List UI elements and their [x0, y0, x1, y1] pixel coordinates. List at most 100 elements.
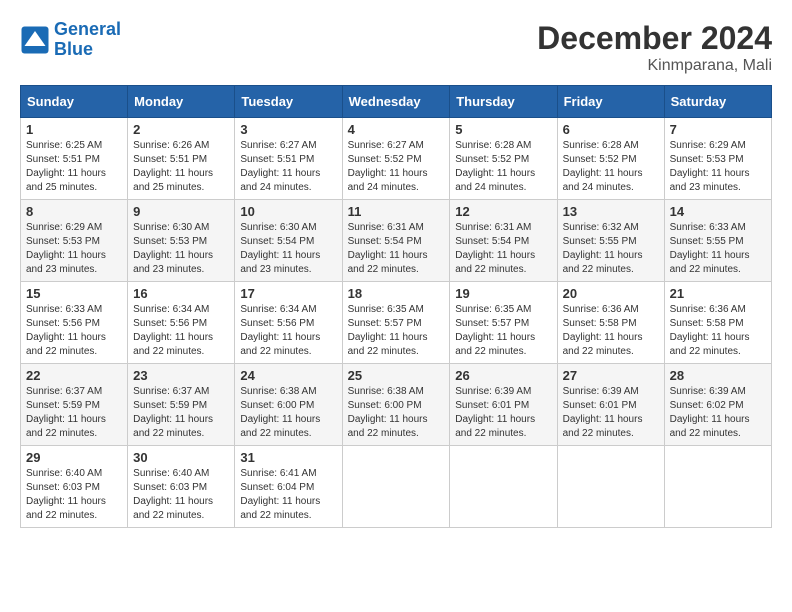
week-row-4: 22Sunrise: 6:37 AM Sunset: 5:59 PM Dayli… — [21, 364, 772, 446]
day-number: 26 — [455, 368, 551, 383]
calendar-cell — [342, 446, 450, 528]
week-row-3: 15 Sunrise: 6:33 AM Sunset: 5:56 PM Dayli… — [21, 282, 772, 364]
day-number: 29 — [26, 450, 122, 465]
calendar-cell: 25 Sunrise: 6:38 AM Sunset: 6:00 PM Dayli… — [342, 364, 450, 446]
day-number: 10 — [240, 204, 336, 219]
day-info: Sunrise: 6:38 AM Sunset: 6:00 PM Dayligh… — [348, 385, 445, 441]
weekday-header-thursday: Thursday — [450, 86, 557, 118]
logo: General Blue — [20, 20, 121, 60]
day-info: Sunrise: 6:34 AM Sunset: 5:56 PM Dayligh… — [133, 303, 229, 359]
calendar-cell: 27 Sunrise: 6:39 AM Sunset: 6:01 PM Dayli… — [557, 364, 664, 446]
day-info: Sunrise: 6:37 AM Sunset: 5:59 PM Dayligh… — [133, 385, 229, 441]
calendar-cell: 12 Sunrise: 6:31 AM Sunset: 5:54 PM Dayli… — [450, 200, 557, 282]
day-number: 30 — [133, 450, 229, 465]
day-info: Sunrise: 6:28 AM Sunset: 5:52 PM Dayligh… — [455, 139, 551, 195]
day-number: 5 — [455, 122, 551, 137]
calendar-cell: 17Sunrise: 6:34 AM Sunset: 5:56 PM Dayli… — [235, 282, 342, 364]
day-number: 24 — [240, 368, 336, 383]
calendar-cell: 18 Sunrise: 6:35 AM Sunset: 5:57 PM Dayli… — [342, 282, 450, 364]
day-number: 19 — [455, 286, 551, 301]
calendar-cell: 13Sunrise: 6:32 AM Sunset: 5:55 PM Dayli… — [557, 200, 664, 282]
day-number: 4 — [348, 122, 445, 137]
calendar-cell: 9 Sunrise: 6:30 AM Sunset: 5:53 PM Daylig… — [128, 200, 235, 282]
calendar-cell: 8Sunrise: 6:29 AM Sunset: 5:53 PM Daylig… — [21, 200, 128, 282]
day-number: 28 — [670, 368, 766, 383]
calendar-cell: 23 Sunrise: 6:37 AM Sunset: 5:59 PM Dayli… — [128, 364, 235, 446]
day-info: Sunrise: 6:26 AM Sunset: 5:51 PM Dayligh… — [133, 139, 229, 195]
day-info: Sunrise: 6:33 AM Sunset: 5:55 PM Dayligh… — [670, 221, 766, 277]
week-row-5: 29 Sunrise: 6:40 AM Sunset: 6:03 PM Dayli… — [21, 446, 772, 528]
calendar-cell: 19 Sunrise: 6:35 AM Sunset: 5:57 PM Dayli… — [450, 282, 557, 364]
day-info: Sunrise: 6:33 AM Sunset: 5:56 PM Dayligh… — [26, 303, 122, 359]
day-number: 31 — [240, 450, 336, 465]
day-number: 12 — [455, 204, 551, 219]
day-info: Sunrise: 6:31 AM Sunset: 5:54 PM Dayligh… — [348, 221, 445, 277]
page-header: General Blue December 2024 Kinmparana, M… — [20, 20, 772, 75]
weekday-header-wednesday: Wednesday — [342, 86, 450, 118]
day-number: 25 — [348, 368, 445, 383]
logo-general: General — [54, 19, 121, 39]
day-info: Sunrise: 6:30 AM Sunset: 5:53 PM Dayligh… — [133, 221, 229, 277]
logo-blue: Blue — [54, 39, 93, 59]
month-title: December 2024 — [537, 20, 772, 57]
day-info: Sunrise: 6:35 AM Sunset: 5:57 PM Dayligh… — [455, 303, 551, 359]
weekday-header-tuesday: Tuesday — [235, 86, 342, 118]
weekday-header-row: SundayMondayTuesdayWednesdayThursdayFrid… — [21, 86, 772, 118]
day-number: 21 — [670, 286, 766, 301]
day-number: 20 — [563, 286, 659, 301]
weekday-header-friday: Friday — [557, 86, 664, 118]
title-area: December 2024 Kinmparana, Mali — [537, 20, 772, 75]
day-number: 16 — [133, 286, 229, 301]
calendar-cell — [557, 446, 664, 528]
calendar-cell: 31Sunrise: 6:41 AM Sunset: 6:04 PM Dayli… — [235, 446, 342, 528]
day-info: Sunrise: 6:27 AM Sunset: 5:51 PM Dayligh… — [240, 139, 336, 195]
calendar-cell: 26 Sunrise: 6:39 AM Sunset: 6:01 PM Dayli… — [450, 364, 557, 446]
day-info: Sunrise: 6:28 AM Sunset: 5:52 PM Dayligh… — [563, 139, 659, 195]
day-info: Sunrise: 6:39 AM Sunset: 6:01 PM Dayligh… — [563, 385, 659, 441]
calendar-cell: 16 Sunrise: 6:34 AM Sunset: 5:56 PM Dayli… — [128, 282, 235, 364]
day-info: Sunrise: 6:39 AM Sunset: 6:01 PM Dayligh… — [455, 385, 551, 441]
calendar-table: SundayMondayTuesdayWednesdayThursdayFrid… — [20, 85, 772, 528]
day-number: 23 — [133, 368, 229, 383]
day-info: Sunrise: 6:39 AM Sunset: 6:02 PM Dayligh… — [670, 385, 766, 441]
day-number: 3 — [240, 122, 336, 137]
calendar-cell: 11 Sunrise: 6:31 AM Sunset: 5:54 PM Dayli… — [342, 200, 450, 282]
week-row-2: 8Sunrise: 6:29 AM Sunset: 5:53 PM Daylig… — [21, 200, 772, 282]
day-number: 18 — [348, 286, 445, 301]
day-number: 7 — [670, 122, 766, 137]
day-number: 14 — [670, 204, 766, 219]
day-info: Sunrise: 6:40 AM Sunset: 6:03 PM Dayligh… — [133, 467, 229, 523]
day-info: Sunrise: 6:37 AM Sunset: 5:59 PM Dayligh… — [26, 385, 122, 441]
calendar-cell: 14 Sunrise: 6:33 AM Sunset: 5:55 PM Dayli… — [664, 200, 771, 282]
logo-text: General Blue — [54, 20, 121, 60]
calendar-cell: 7 Sunrise: 6:29 AM Sunset: 5:53 PM Daylig… — [664, 118, 771, 200]
day-info: Sunrise: 6:35 AM Sunset: 5:57 PM Dayligh… — [348, 303, 445, 359]
day-info: Sunrise: 6:36 AM Sunset: 5:58 PM Dayligh… — [670, 303, 766, 359]
calendar-cell: 10 Sunrise: 6:30 AM Sunset: 5:54 PM Dayli… — [235, 200, 342, 282]
day-number: 15 — [26, 286, 122, 301]
week-row-1: 1 Sunrise: 6:25 AM Sunset: 5:51 PM Daylig… — [21, 118, 772, 200]
day-info: Sunrise: 6:31 AM Sunset: 5:54 PM Dayligh… — [455, 221, 551, 277]
calendar-cell: 15 Sunrise: 6:33 AM Sunset: 5:56 PM Dayli… — [21, 282, 128, 364]
calendar-cell: 24Sunrise: 6:38 AM Sunset: 6:00 PM Dayli… — [235, 364, 342, 446]
calendar-cell — [450, 446, 557, 528]
calendar-cell: 29Sunrise: 6:40 AM Sunset: 6:03 PM Dayli… — [21, 446, 128, 528]
weekday-header-saturday: Saturday — [664, 86, 771, 118]
calendar-cell: 5 Sunrise: 6:28 AM Sunset: 5:52 PM Daylig… — [450, 118, 557, 200]
day-number: 27 — [563, 368, 659, 383]
day-info: Sunrise: 6:34 AM Sunset: 5:56 PM Dayligh… — [240, 303, 336, 359]
day-number: 11 — [348, 204, 445, 219]
day-number: 9 — [133, 204, 229, 219]
day-info: Sunrise: 6:29 AM Sunset: 5:53 PM Dayligh… — [670, 139, 766, 195]
calendar-cell: 4Sunrise: 6:27 AM Sunset: 5:52 PM Daylig… — [342, 118, 450, 200]
calendar-cell: 2 Sunrise: 6:26 AM Sunset: 5:51 PM Daylig… — [128, 118, 235, 200]
day-number: 2 — [133, 122, 229, 137]
day-info: Sunrise: 6:32 AM Sunset: 5:55 PM Dayligh… — [563, 221, 659, 277]
calendar-cell: 3 Sunrise: 6:27 AM Sunset: 5:51 PM Daylig… — [235, 118, 342, 200]
logo-icon — [20, 25, 50, 55]
day-number: 1 — [26, 122, 122, 137]
day-info: Sunrise: 6:25 AM Sunset: 5:51 PM Dayligh… — [26, 139, 122, 195]
day-number: 6 — [563, 122, 659, 137]
day-info: Sunrise: 6:30 AM Sunset: 5:54 PM Dayligh… — [240, 221, 336, 277]
day-info: Sunrise: 6:29 AM Sunset: 5:53 PM Dayligh… — [26, 221, 122, 277]
